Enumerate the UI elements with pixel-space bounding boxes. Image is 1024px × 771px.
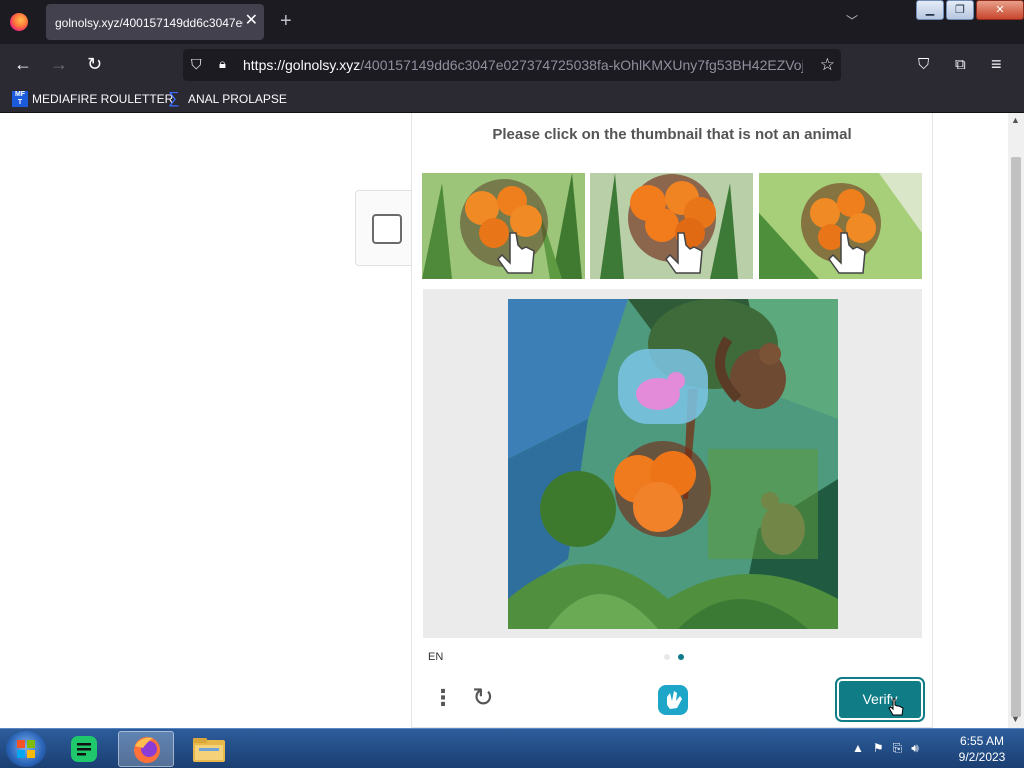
challenge-prompt: Please click on the thumbnail that is no… [492,126,852,143]
forward-arrow-icon[interactable]: → [50,54,68,74]
captcha-checkbox-widget [355,190,415,266]
navigation-toolbar: ← → ↻ ⛉ 🔒︎ https://golnolsy.xyz/40015714… [0,44,1024,86]
window-controls: ▁ ❐ ✕ [916,0,1024,22]
new-tab-icon[interactable]: + [280,10,292,32]
thumbnail-oranges-1[interactable] [422,173,585,279]
challenge-image[interactable] [508,299,838,629]
chevron-down-icon[interactable]: ﹀ [846,12,858,29]
captcha-checkbox[interactable] [372,214,402,244]
address-bar[interactable]: ⛉ 🔒︎ https://golnolsy.xyz/400157149dd6c3… [183,49,841,81]
url-text[interactable]: https://golnolsy.xyz/400157149dd6c3047e0… [243,57,803,73]
action-center-flag-icon[interactable]: ⚑ [873,741,884,756]
more-options-icon[interactable]: ⋮ [432,685,454,711]
thumbnail-oranges-3[interactable] [759,173,922,279]
lock-icon[interactable]: 🔒︎ [219,56,226,72]
captcha-challenge-panel: Please click on the thumbnail that is no… [411,113,933,728]
taskbar-file-explorer[interactable] [181,731,237,767]
taskbar: ▲ ⚑ ⎘ 🔊︎ 6:55 AM 9/2/2023 [0,728,1024,768]
taskbar-firefox[interactable] [118,731,174,767]
page-indicator [664,654,684,660]
back-arrow-icon[interactable]: ← [14,54,32,74]
thumbnail-oranges-2[interactable] [590,173,753,279]
page-scrollbar[interactable]: ▲ ▼ [1008,113,1024,728]
shield-icon[interactable]: ⛉ [191,56,202,73]
url-path: /400157149dd6c3047e027374725038fa-kOhlKM… [360,57,803,73]
bookmark-label: MEDIAFIRE ROULETTER [32,92,174,106]
bookmark-item[interactable]: MF T MEDIAFIRE ROULETTER [12,91,173,107]
bookmarks-toolbar: MF T MEDIAFIRE ROULETTER ∑ ANAL PROLAPSE [0,86,1024,113]
close-window-icon[interactable]: ✕ [976,0,1024,20]
challenge-image-area [423,289,922,638]
firefox-icon [10,13,28,31]
page-dot [664,654,670,660]
page-dot-active [678,654,684,660]
volume-icon[interactable]: 🔊︎ [911,741,919,756]
clock-date: 9/2/2023 [958,750,1006,764]
windows-logo-icon [17,740,35,758]
tab-close-icon[interactable]: ✕ [245,12,258,30]
extensions-icon[interactable]: ⧉ [955,55,966,75]
reload-icon[interactable]: ↻ [87,54,102,74]
scrollbar-thumb[interactable] [1011,157,1021,717]
taskbar-notes-app[interactable] [57,731,113,767]
restore-icon[interactable]: ❐ [946,0,974,20]
start-button[interactable] [6,731,46,767]
scroll-up-icon[interactable]: ▲ [1011,115,1020,125]
bookmark-item[interactable]: ∑ ANAL PROLAPSE [168,91,287,107]
verify-button[interactable]: Verify [835,677,925,722]
clock[interactable]: 6:55 AM 9/2/2023 [952,733,1012,765]
network-icon[interactable]: ⎘ [893,741,903,756]
clock-time: 6:55 AM [959,734,1005,748]
pocket-icon[interactable]: ⛉ [918,55,929,75]
language-selector[interactable]: EN [428,651,443,663]
minimize-icon[interactable]: ▁ [916,0,944,20]
show-hidden-icons-icon[interactable]: ▲ [852,741,864,756]
bookmark-star-icon[interactable]: ☆ [820,55,835,75]
refresh-challenge-icon[interactable]: ↻ [472,683,494,711]
hcaptcha-logo-icon[interactable] [656,683,690,717]
screen: golnolsy.xyz/400157149dd6c3047e0 ✕ + ﹀ ▁… [0,0,1024,768]
sigma-icon: ∑ [168,90,180,107]
hamburger-menu-icon[interactable]: ≡ [991,54,1002,74]
tab-title: golnolsy.xyz/400157149dd6c3047e0 [55,16,243,30]
url-host: https://golnolsy.xyz [243,57,361,73]
system-tray: ▲ ⚑ ⎘ 🔊︎ [852,741,919,756]
mediafire-icon: MF T [12,91,28,107]
tab-strip: golnolsy.xyz/400157149dd6c3047e0 ✕ + ﹀ ▁… [0,0,1024,44]
active-tab[interactable]: golnolsy.xyz/400157149dd6c3047e0 ✕ [46,4,264,40]
scroll-down-icon[interactable]: ▼ [1011,714,1020,724]
bookmark-label: ANAL PROLAPSE [188,92,287,106]
hand-cursor-icon [888,698,904,716]
